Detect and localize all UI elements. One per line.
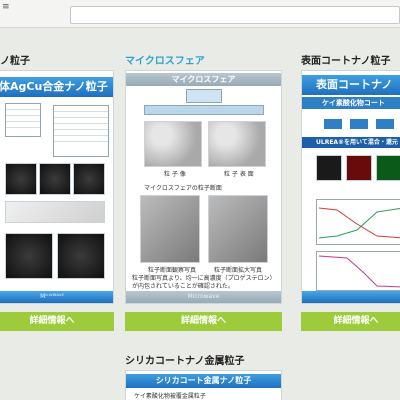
graph-svg [318,255,400,288]
tem-image [5,163,37,195]
poster-banner: 表面コートナノ [302,75,400,95]
details-button[interactable]: 詳細情報へ [301,312,400,331]
poster-footer: Mⁱᶜʳᵒᵂᴬᵛᴱ [0,291,113,303]
details-button[interactable]: 詳細情報へ [125,312,282,331]
stem-image [57,233,105,279]
menu-icon[interactable]: ≡ [2,2,10,12]
image-label: 粒 子 像 [164,171,186,178]
poster-image[interactable]: 体AgCu合金ナノ粒子 Mⁱᶜʳᵒᵂᴬᵛᴱ [0,70,114,304]
diagram-box [376,119,394,129]
line-graph [316,251,400,291]
image-label: 粒 子 表 面 [224,171,254,178]
diagram-box [186,89,222,103]
diagram-box [144,105,264,115]
card-title: マイクロスフェア [125,56,205,67]
sem-image [208,121,266,167]
o-map-image [376,155,400,181]
poster-subline: ケイ素酸化物被覆金属粒子 [134,393,206,400]
card-title: ノ粒子 [0,56,30,67]
tem-image [39,163,71,195]
sub-banner: ケイ素酸化物コート [302,97,400,109]
poster-image[interactable]: シリカコート金属ナノ粒子 ケイ素酸化物被覆金属粒子 [125,370,282,400]
stem-image [5,233,53,279]
section-heading: マイクロスフェアの粒子断面 [144,185,222,192]
cross-section-image [208,195,268,263]
poster-banner: マイクロスフェア [126,73,281,86]
poster-image[interactable]: マイクロスフェア 粒 子 像 粒 子 表 面 マイクロスフェアの粒子断面 粒子断… [125,70,282,304]
poster-image[interactable]: 表面コートナノ ケイ素酸化物コート ULREA®を用いて混合・還元・被覆 [301,70,400,304]
text-block [5,201,105,223]
tem-image [73,163,105,195]
graph-svg [318,207,400,239]
search-input[interactable] [70,6,400,24]
diagram-box [324,119,342,129]
poster-banner: シリカコート金属ナノ粒子 [126,374,281,388]
poster-note: 粒子断面写真より、均一に高濃度（プロゲステロン）が内包されていることが確認された… [132,275,276,290]
spec-box [5,103,41,137]
sem-image [144,121,202,167]
poster-footer [302,291,400,303]
image-caption: 粒子断面観察写真 [148,267,197,274]
card-title: シリカコートナノ金属粒子 [125,356,245,367]
bf-image [316,155,342,181]
data-table [53,105,109,157]
poster-footer: Microwave [126,291,281,303]
details-button[interactable]: 詳細情報へ [0,312,114,331]
card-title: 表面コートナノ粒子 [301,56,391,67]
cross-section-image [140,195,200,263]
diagram-box [350,119,368,129]
line-graph [316,199,400,245]
poster-banner: 体AgCu合金ナノ粒子 [0,77,113,97]
fe-map-image [346,155,372,181]
image-caption: 粒子断面拡大写真 [214,267,263,274]
process-line: ULREA®を用いて混合・還元・被覆 [302,137,400,148]
top-bar: ≡ [0,0,400,28]
